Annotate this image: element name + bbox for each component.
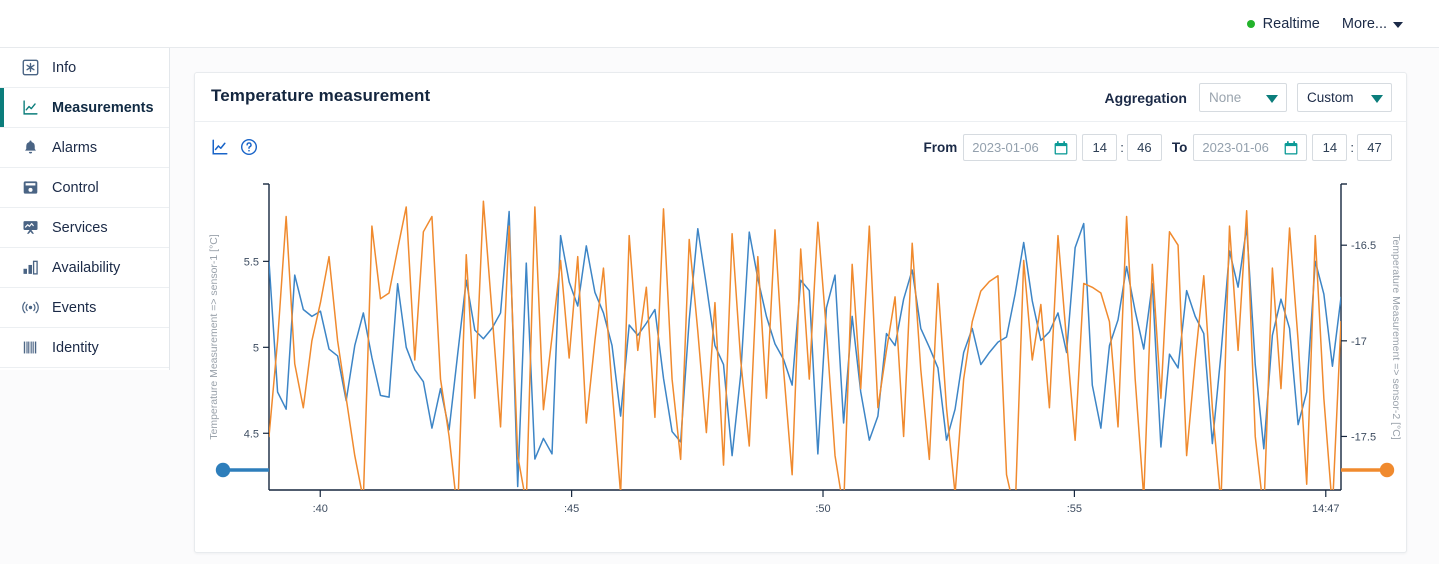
left-tick-label: 5 (253, 342, 259, 354)
aggregation-select-value: None (1209, 90, 1242, 105)
from-date-input[interactable]: 2023-01-06 (963, 134, 1078, 161)
left-sidebar-nav: Info Measurements Alarms Control Service… (0, 48, 170, 370)
from-time-separator: : (1120, 140, 1124, 155)
realtime-label: Realtime (1262, 15, 1320, 32)
from-label: From (923, 140, 958, 155)
sidebar-item-info[interactable]: Info (0, 48, 169, 88)
range-slider-right-handle[interactable] (1379, 462, 1395, 478)
left-axis-title: Temperature Measurement => sensor-1 [°C] (208, 234, 220, 440)
bell-icon (22, 139, 39, 156)
right-tick-label: -16.5 (1351, 240, 1376, 252)
calendar-icon[interactable] (1283, 140, 1299, 156)
sidebar-item-label: Control (52, 179, 99, 196)
presentation-icon (22, 219, 39, 236)
calendar-icon[interactable] (1053, 140, 1069, 156)
chevron-down-icon (1266, 95, 1278, 103)
sidebar-item-label: Availability (52, 259, 121, 276)
sidebar-item-label: Alarms (52, 139, 98, 156)
right-axis-title: Temperature Measurement => sensor-2 [°C] (1390, 234, 1402, 440)
bar-chart-icon (22, 259, 39, 276)
measurement-widget-card: Temperature measurement Aggregation None… (194, 72, 1407, 553)
widget-header: Temperature measurement Aggregation None… (195, 73, 1406, 122)
asterisk-icon (22, 59, 39, 76)
sidebar-item-label: Measurements (52, 99, 154, 116)
series-line-sensor-2 (269, 200, 1341, 490)
chart-canvas[interactable]: 4.5 5 5.5 -16.5 -17 -17.5 :40 :45 :50 :55 14:47 Tem… (195, 178, 1408, 548)
x-tick-label: :50 (815, 503, 830, 515)
time-range-select-value: Custom (1307, 90, 1354, 105)
sidebar-item-events[interactable]: Events (0, 288, 169, 328)
to-hour-input[interactable]: 14 (1312, 134, 1348, 161)
sidebar-item-identity[interactable]: Identity (0, 328, 169, 368)
more-menu-label: More... (1341, 15, 1387, 32)
from-hour-input[interactable]: 14 (1082, 134, 1118, 161)
to-date-input[interactable]: 2023-01-06 (1193, 134, 1308, 161)
page-root: Realtime More... Info Measurements Alarm… (0, 0, 1439, 564)
series-line-sensor-1 (269, 210, 1341, 488)
more-menu-button[interactable]: More... (1342, 16, 1403, 32)
to-label: To (1171, 140, 1188, 155)
left-tick-label: 4.5 (244, 428, 259, 440)
x-tick-label: :55 (1067, 503, 1082, 515)
right-tick-label: -17.5 (1351, 431, 1376, 443)
barcode-icon (22, 339, 39, 356)
sidebar-item-label: Info (52, 59, 77, 76)
from-minute-input[interactable]: 46 (1126, 134, 1162, 161)
aggregation-select[interactable]: None (1199, 83, 1287, 112)
sidebar-item-alarms[interactable]: Alarms (0, 128, 169, 168)
line-chart-icon[interactable] (211, 138, 229, 156)
sidebar-item-label: Events (52, 299, 97, 316)
broadcast-icon (22, 299, 39, 316)
chevron-down-icon (1371, 95, 1383, 103)
sidebar-item-availability[interactable]: Availability (0, 248, 169, 288)
toolbar-icon-group (211, 138, 258, 156)
range-slider-left-handle[interactable] (215, 462, 231, 478)
x-tick-label: :40 (313, 503, 328, 515)
device-icon (22, 179, 39, 196)
aggregation-controls: Aggregation None Custom (1105, 83, 1392, 112)
sidebar-item-label: Identity (52, 339, 99, 356)
page-title: Temperature measurement (211, 86, 431, 105)
to-time-separator: : (1350, 140, 1354, 155)
time-range-picker: From 2023-01-06 14 : 46 To 2023-01-06 14… (923, 134, 1392, 161)
sidebar-item-label: Services (52, 219, 108, 236)
right-tick-label: -17 (1351, 336, 1367, 348)
left-tick-label: 5.5 (244, 256, 259, 268)
to-minute-input[interactable]: 47 (1357, 134, 1392, 161)
line-chart-icon (22, 99, 39, 116)
realtime-status-dot (1246, 19, 1255, 28)
realtime-toggle[interactable]: Realtime (1246, 15, 1320, 32)
from-date-value: 2023-01-06 (972, 140, 1039, 155)
chevron-down-icon (1393, 21, 1403, 28)
sidebar-item-measurements[interactable]: Measurements (0, 88, 169, 128)
widget-toolbar: From 2023-01-06 14 : 46 To 2023-01-06 14… (195, 122, 1406, 178)
sidebar-item-services[interactable]: Services (0, 208, 169, 248)
sidebar-item-control[interactable]: Control (0, 168, 169, 208)
time-range-select[interactable]: Custom (1297, 83, 1392, 112)
measurement-chart[interactable]: 4.5 5 5.5 -16.5 -17 -17.5 :40 :45 :50 :55 14:47 Tem… (195, 178, 1408, 548)
aggregation-label: Aggregation (1104, 89, 1187, 106)
top-header-bar: Realtime More... (0, 0, 1439, 48)
x-tick-label: :45 (564, 503, 579, 515)
x-tick-label: 14:47 (1312, 503, 1340, 515)
to-date-value: 2023-01-06 (1202, 140, 1269, 155)
question-circle-icon[interactable] (240, 138, 258, 156)
